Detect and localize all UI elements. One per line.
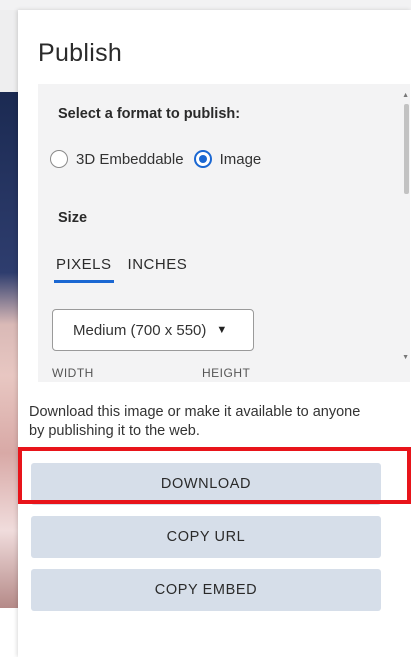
size-preset-dropdown[interactable]: Medium (700 x 550) ▼	[52, 309, 254, 351]
tab-pixels[interactable]: PIXELS	[54, 256, 114, 283]
scroll-up-icon[interactable]: ▲	[402, 92, 409, 99]
size-preset-value: Medium (700 x 550)	[73, 321, 207, 339]
format-settings-area[interactable]: Select a format to publish: 3D Embeddabl…	[38, 84, 410, 382]
height-label: HEIGHT	[202, 366, 251, 380]
format-heading: Select a format to publish:	[58, 106, 241, 122]
format-options: 3D Embeddable Image	[50, 150, 271, 168]
format-area-scrollbar[interactable]: ▲ ▼	[402, 84, 410, 382]
tab-inches[interactable]: INCHES	[126, 256, 190, 283]
publish-panel: Publish Select a format to publish: 3D E…	[18, 10, 411, 657]
radio-3d-embeddable[interactable]	[50, 150, 68, 168]
radio-3d-embeddable-label[interactable]: 3D Embeddable	[76, 151, 184, 168]
publish-info-text: Download this image or make it available…	[29, 404, 361, 439]
copy-url-button[interactable]: COPY URL	[31, 516, 381, 558]
scrollbar-thumb[interactable]	[404, 104, 409, 194]
scroll-down-icon[interactable]: ▼	[402, 354, 409, 361]
unit-tabs: PIXELS INCHES	[54, 256, 201, 283]
screen: Publish Select a format to publish: 3D E…	[0, 0, 411, 657]
background-top	[0, 0, 411, 10]
copy-embed-button[interactable]: COPY EMBED	[31, 569, 381, 611]
background-bottom	[0, 608, 18, 657]
background-image	[0, 92, 18, 608]
panel-title: Publish	[38, 39, 123, 67]
caret-down-icon: ▼	[216, 324, 228, 336]
radio-image-label[interactable]: Image	[220, 151, 262, 168]
radio-image[interactable]	[193, 150, 212, 168]
download-highlight-box	[18, 447, 411, 504]
width-label: WIDTH	[52, 366, 94, 380]
size-heading: Size	[58, 210, 88, 226]
